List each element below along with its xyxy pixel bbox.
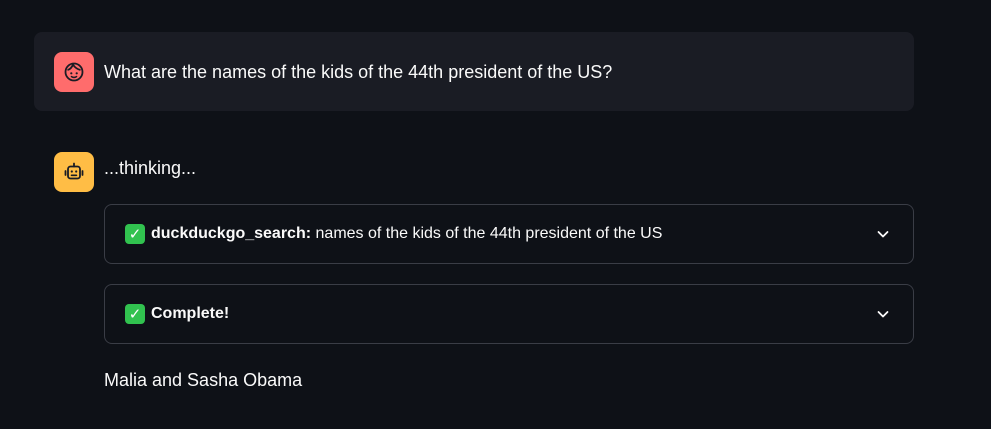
complete-label: Complete!	[151, 304, 875, 324]
tool-call-expander[interactable]: ✓ duckduckgo_search: names of the kids o…	[104, 204, 914, 264]
check-mark-icon: ✓	[125, 304, 145, 324]
assistant-avatar	[54, 152, 94, 192]
tool-input: names of the kids of the 44th president …	[315, 225, 663, 242]
complete-label-text: Complete!	[151, 305, 230, 322]
user-message: What are the names of the kids of the 44…	[34, 32, 914, 111]
chat-app: What are the names of the kids of the 44…	[0, 0, 991, 429]
assistant-answer: Malia and Sasha Obama	[104, 370, 303, 390]
chevron-down-icon[interactable]	[875, 226, 891, 242]
robot-icon	[64, 162, 84, 180]
assistant-status-text: ...thinking...	[104, 158, 197, 178]
face-icon	[64, 62, 84, 82]
user-message-text: What are the names of the kids of the 44…	[104, 62, 613, 82]
complete-expander[interactable]: ✓ Complete!	[104, 284, 914, 344]
check-mark-icon: ✓	[125, 224, 145, 244]
user-avatar	[54, 52, 94, 92]
tool-call-label: duckduckgo_search: names of the kids of …	[151, 224, 875, 244]
tool-name: duckduckgo_search:	[151, 225, 312, 242]
chevron-down-icon[interactable]	[875, 306, 891, 322]
